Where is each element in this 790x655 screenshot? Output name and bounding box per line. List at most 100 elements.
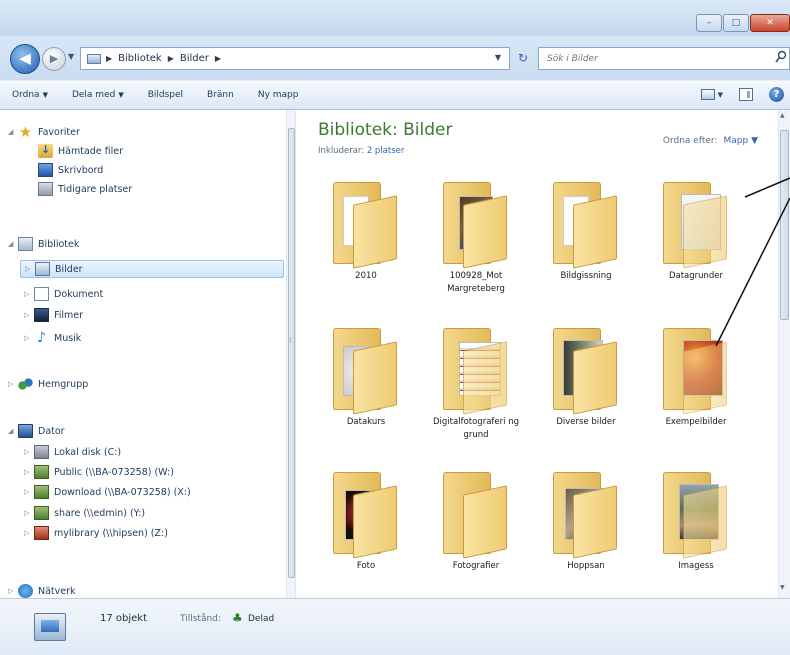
scrollbar-thumb[interactable] (288, 128, 295, 578)
address-bar[interactable]: ▶ Bibliotek ▶ Bilder ▶ ▼ (80, 47, 510, 70)
nav-videos[interactable]: ▷ Filmer (24, 306, 83, 324)
search-box[interactable] (538, 47, 790, 70)
folder-item[interactable]: Digitalfotograferi ng grund (426, 328, 526, 442)
command-bar: Ordna ▼ Dela med ▼ Bildspel Bränn Ny mapp … (0, 80, 790, 110)
slideshow-button[interactable]: Bildspel (148, 90, 183, 100)
nav-desktop[interactable]: Skrivbord (38, 161, 103, 179)
window-controls: – □ ✕ (695, 14, 790, 32)
breadcrumb-separator-icon[interactable]: ▶ (106, 54, 112, 63)
search-icon[interactable] (775, 50, 787, 64)
expanded-icon[interactable]: ◢ (8, 427, 16, 435)
minimize-button[interactable]: – (696, 14, 722, 32)
folder-item[interactable]: Hoppsan (536, 472, 636, 573)
nav-computer[interactable]: ◢ Dator (8, 422, 65, 440)
library-includes: Inkluderar: 2 platser (318, 146, 404, 156)
back-button[interactable]: ◀ (10, 44, 40, 74)
nav-libraries[interactable]: ◢ Bibliotek (8, 235, 79, 253)
breadcrumb-bilder[interactable]: Bilder (180, 53, 209, 64)
splitter-grip-icon[interactable]: ⁝ (289, 336, 292, 345)
collapsed-icon[interactable]: ▷ (8, 380, 16, 388)
recent-pages-dropdown[interactable]: ▼ (68, 52, 74, 61)
folder-item[interactable]: Imagess (646, 472, 746, 573)
nav-label: Filmer (54, 309, 84, 321)
folder-icon (551, 328, 621, 415)
folder-item[interactable]: Exempelbilder (646, 328, 746, 429)
view-dropdown-icon[interactable]: ▼ (718, 91, 723, 99)
collapsed-icon[interactable]: ▷ (24, 509, 32, 517)
nav-favorites[interactable]: ◢ ★ Favoriter (8, 123, 80, 141)
nav-public-drive[interactable]: ▷ Public (\\BA-073258) (W:) (24, 463, 174, 481)
nav-pane-scrollbar[interactable]: ⁝ (286, 110, 296, 598)
nav-pictures[interactable]: ▷ Bilder (20, 260, 284, 278)
expanded-icon[interactable]: ◢ (8, 240, 16, 248)
folder-label: Datagrunder (668, 271, 724, 281)
homegroup-icon (18, 377, 33, 391)
nav-label: Favoriter (38, 126, 80, 138)
desktop-icon (38, 163, 53, 177)
folder-item[interactable]: 2010 (316, 182, 416, 283)
collapsed-icon[interactable]: ▷ (24, 448, 32, 456)
scroll-up-icon[interactable]: ▲ (780, 112, 785, 119)
breadcrumb-bibliotek[interactable]: Bibliotek (118, 53, 162, 64)
nav-label: Public (\\BA-073258) (W:) (54, 466, 174, 478)
nav-network[interactable]: ▷ Nätverk (8, 582, 76, 598)
nav-recent-places[interactable]: Tidigare platser (38, 180, 132, 198)
state-label: Tillstånd: (180, 614, 221, 624)
share-with-button[interactable]: Dela med ▼ (72, 90, 124, 100)
folder-item[interactable]: Fotografier (426, 472, 526, 573)
folder-label: 2010 (355, 271, 377, 281)
close-button[interactable]: ✕ (750, 14, 790, 32)
new-folder-button[interactable]: Ny mapp (258, 90, 299, 100)
refresh-button[interactable]: ↻ (512, 48, 534, 69)
expanded-icon[interactable]: ◢ (8, 128, 16, 136)
nav-documents[interactable]: ▷ Dokument (24, 285, 103, 303)
share-with-label: Dela med (71, 90, 116, 100)
collapsed-icon[interactable]: ▷ (24, 290, 32, 298)
content-scrollbar[interactable]: ▲ ▼ (778, 110, 790, 598)
help-icon[interactable]: ? (769, 87, 784, 102)
chevron-down-icon: ▼ (68, 52, 75, 61)
organize-button[interactable]: Ordna ▼ (12, 90, 48, 100)
drive-icon (34, 445, 49, 459)
collapsed-icon[interactable]: ▷ (8, 587, 16, 595)
nav-downloads[interactable]: Hämtade filer (38, 142, 123, 160)
folder-label: Hoppsan (567, 561, 605, 571)
folder-label: 100928_Mot Margreteberg (447, 271, 505, 294)
folder-icon (661, 182, 731, 269)
collapsed-icon[interactable]: ▷ (25, 265, 33, 273)
collapsed-icon[interactable]: ▷ (24, 468, 32, 476)
nav-local-disk[interactable]: ▷ Lokal disk (C:) (24, 443, 121, 461)
preview-pane-icon[interactable] (739, 88, 753, 101)
folder-item[interactable]: Datagrunder (646, 182, 746, 283)
nav-homegroup[interactable]: ▷ Hemgrupp (8, 375, 88, 393)
folder-item[interactable]: Foto (316, 472, 416, 573)
folder-item[interactable]: 100928_Mot Margreteberg (426, 182, 526, 296)
nav-download-drive[interactable]: ▷ Download (\\BA-073258) (X:) (24, 483, 191, 501)
scrollbar-thumb[interactable] (780, 130, 789, 320)
forward-button[interactable]: ▶ (42, 47, 66, 71)
collapsed-icon[interactable]: ▷ (24, 488, 32, 496)
breadcrumb-separator-icon[interactable]: ▶ (168, 54, 174, 63)
collapsed-icon[interactable]: ▷ (24, 529, 32, 537)
nav-label: Bibliotek (38, 238, 80, 250)
collapsed-icon[interactable]: ▷ (24, 311, 32, 319)
change-view-icon[interactable] (700, 89, 715, 100)
nav-share-drive[interactable]: ▷ share (\\edmin) (Y:) (24, 504, 145, 522)
collapsed-icon[interactable]: ▷ (24, 334, 32, 342)
folder-item[interactable]: Datakurs (316, 328, 416, 429)
includes-locations-link[interactable]: 2 platser (367, 146, 405, 156)
content-pane: Bibliotek: Bilder Inkluderar: 2 platser … (296, 110, 778, 598)
folder-item[interactable]: Bildgissning (536, 182, 636, 283)
arrange-by-dropdown[interactable]: Mapp ▼ (723, 136, 758, 146)
nav-mylibrary-drive[interactable]: ▷ mylibrary (\\hipsen) (Z:) (24, 524, 168, 542)
address-dropdown-icon[interactable]: ▼ (495, 53, 501, 62)
breadcrumb-separator-icon[interactable]: ▶ (215, 54, 221, 63)
scroll-down-icon[interactable]: ▼ (780, 584, 785, 591)
folder-item[interactable]: Diverse bilder (536, 328, 636, 429)
nav-label: share (\\edmin) (Y:) (54, 507, 146, 519)
search-input[interactable] (547, 53, 747, 64)
maximize-button[interactable]: □ (723, 14, 749, 32)
burn-button[interactable]: Bränn (207, 90, 234, 100)
nav-music[interactable]: ▷ ♪ Musik (24, 329, 81, 347)
folder-label: Exempelbilder (665, 417, 727, 427)
